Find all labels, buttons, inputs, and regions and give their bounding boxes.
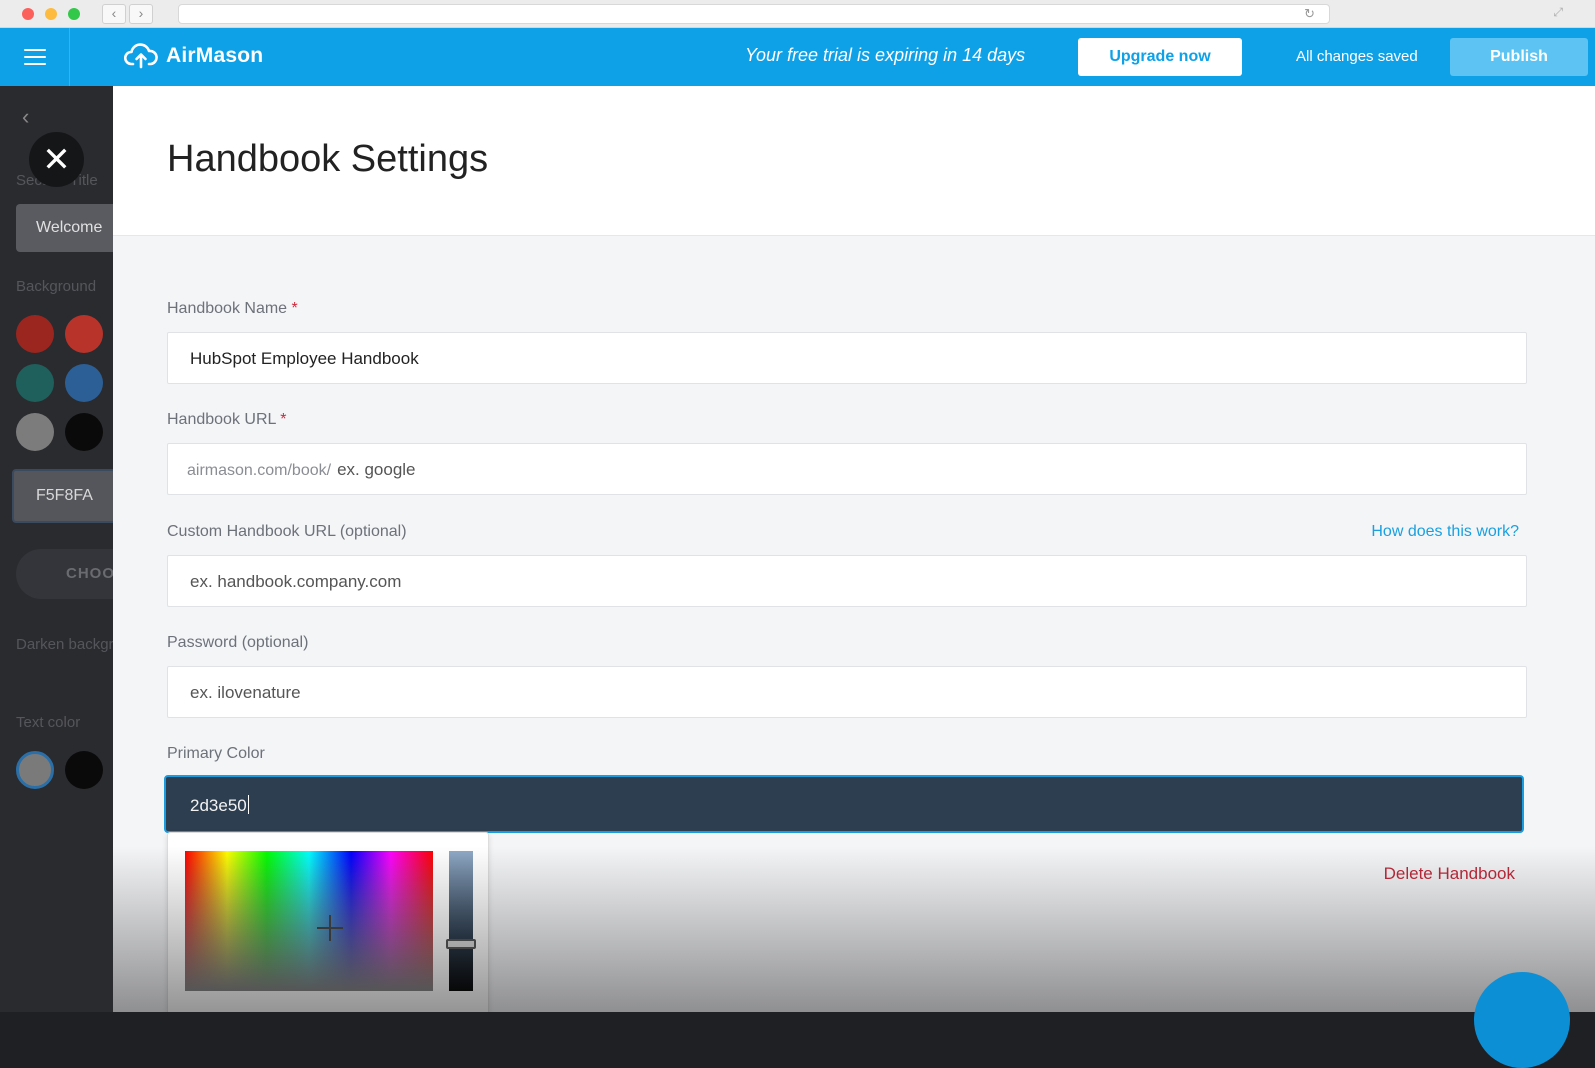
swatch-dark-red[interactable]: [16, 315, 54, 353]
modal-header: Handbook Settings: [113, 86, 1595, 236]
primary-color-label: Primary Color: [167, 745, 265, 762]
custom-url-input[interactable]: ex. handbook.company.com: [167, 555, 1527, 607]
close-modal-button[interactable]: ✕: [29, 132, 84, 187]
trial-message: Your free trial is expiring in 14 days: [745, 45, 1026, 65]
password-input[interactable]: ex. ilovenature: [167, 666, 1527, 718]
editor-sidebar: ‹ Section Title Welcome Background F5F8F…: [0, 86, 113, 1012]
text-swatch-gray[interactable]: [16, 751, 54, 789]
background-label: Background: [16, 278, 97, 295]
close-icon: ✕: [42, 140, 71, 179]
hamburger-icon: [23, 49, 46, 65]
handbook-name-input[interactable]: HubSpot Employee Handbook: [167, 332, 1527, 384]
cloud-upload-icon: [124, 43, 158, 69]
swatch-black[interactable]: [65, 413, 103, 451]
url-prefix: airmason.com/book/: [187, 462, 332, 479]
publish-button[interactable]: Publish: [1450, 38, 1588, 76]
section-title-input[interactable]: Welcome: [16, 204, 113, 252]
how-does-this-work-link[interactable]: How does this work?: [1371, 523, 1519, 541]
brand[interactable]: AirMason: [124, 42, 263, 70]
text-caret: [247, 795, 249, 814]
upgrade-button[interactable]: Upgrade now: [1078, 38, 1242, 76]
address-bar[interactable]: ↻: [178, 4, 1330, 24]
window-minimize-dot[interactable]: [45, 8, 57, 20]
required-marker: *: [291, 300, 298, 317]
page-title: Handbook Settings: [167, 138, 489, 180]
url-placeholder: ex. google: [337, 460, 416, 479]
swatch-blue[interactable]: [65, 364, 103, 402]
delete-handbook-link[interactable]: Delete Handbook: [1384, 864, 1515, 884]
browser-chrome: ‹ › ↻ ⤢: [0, 0, 1595, 28]
back-arrow-icon[interactable]: ‹: [22, 104, 29, 130]
save-status: All changes saved: [1296, 48, 1418, 65]
required-marker: *: [280, 411, 287, 428]
swatch-teal[interactable]: [16, 364, 54, 402]
reload-icon[interactable]: ↻: [1304, 6, 1315, 22]
window-close-dot[interactable]: [22, 8, 34, 20]
password-label: Password (optional): [167, 634, 309, 651]
swatch-red[interactable]: [65, 315, 103, 353]
color-spectrum-area[interactable]: [185, 851, 433, 991]
browser-back-button[interactable]: ‹: [102, 4, 126, 24]
handbook-settings-modal: Handbook Settings Handbook Name * HubSpo…: [113, 86, 1595, 1012]
primary-color-input[interactable]: 2d3e50: [164, 775, 1524, 833]
color-picker-popover: [167, 832, 489, 1012]
handbook-url-label: Handbook URL *: [167, 411, 287, 428]
chat-widget-button[interactable]: [1474, 972, 1570, 1068]
brand-name: AirMason: [166, 44, 264, 67]
browser-forward-button[interactable]: ›: [129, 4, 153, 24]
choose-image-button[interactable]: CHOOSE: [16, 549, 113, 599]
window-zoom-dot[interactable]: [68, 8, 80, 20]
text-color-label: Text color: [16, 714, 81, 731]
menu-button[interactable]: [0, 28, 70, 86]
app-header: AirMason Your free trial is expiring in …: [0, 28, 1595, 86]
lightness-slider[interactable]: [449, 851, 473, 991]
primary-color-value: 2d3e50: [190, 796, 247, 815]
text-swatch-black[interactable]: [65, 751, 103, 789]
background-hex-input[interactable]: F5F8FA: [12, 469, 113, 523]
fullscreen-icon[interactable]: ⤢: [1553, 5, 1563, 20]
swatch-gray[interactable]: [16, 413, 54, 451]
lightness-slider-handle[interactable]: [446, 939, 476, 949]
handbook-name-label: Handbook Name *: [167, 300, 298, 317]
handbook-url-input[interactable]: airmason.com/book/ex. google: [167, 443, 1527, 495]
crosshair-icon[interactable]: [317, 915, 343, 941]
custom-url-label: Custom Handbook URL (optional): [167, 523, 407, 540]
darken-background-label: Darken background: [16, 636, 113, 653]
